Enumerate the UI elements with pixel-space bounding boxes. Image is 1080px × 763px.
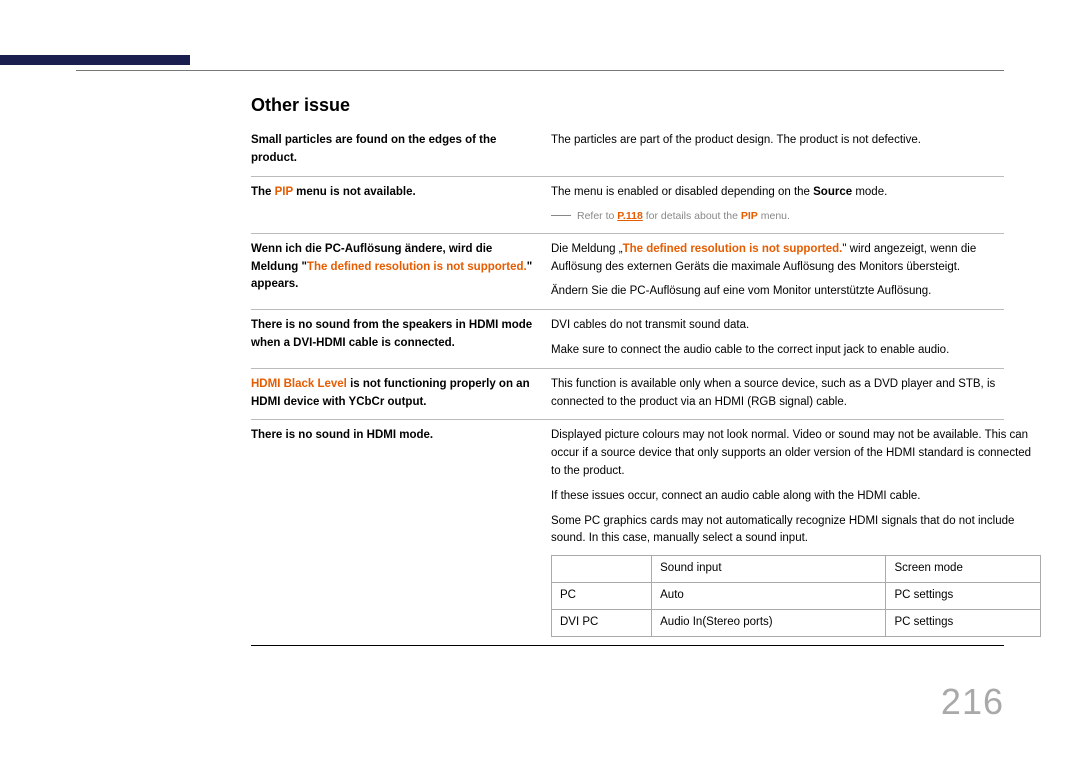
text-fragment: Refer to (577, 210, 617, 222)
text-fragment: The (251, 186, 275, 198)
section-heading: Other issue (251, 95, 350, 116)
note-text: Refer to P.118 for details about the PIP… (577, 208, 790, 224)
issue-row: There is no sound from the speakers in H… (251, 310, 1004, 369)
text-fragment: Die Meldung „ (551, 243, 623, 255)
answer-line: DVI cables do not transmit sound data. (551, 317, 1004, 335)
answer-line: If these issues occur, connect an audio … (551, 488, 1041, 506)
table-cell: PC (552, 583, 652, 610)
table-cell (552, 556, 652, 583)
issue-row: HDMI Black Level is not functioning prop… (251, 369, 1004, 421)
issue-answer: This function is available only when a s… (551, 376, 1004, 412)
text-fragment: mode. (852, 186, 887, 198)
highlight-message: The defined resolution is not supported. (623, 243, 843, 255)
issue-question: There is no sound from the speakers in H… (251, 317, 551, 360)
highlight-hdmi-black-level: HDMI Black Level (251, 378, 347, 390)
highlight-pip: PIP (741, 210, 758, 222)
answer-line: Displayed picture colours may not look n… (551, 427, 1041, 480)
highlight-message: The defined resolution is not supported. (307, 261, 527, 273)
note-line: Refer to P.118 for details about the PIP… (551, 208, 1004, 224)
chapter-accent-bar (0, 55, 190, 65)
issue-answer: DVI cables do not transmit sound data. M… (551, 317, 1004, 360)
issue-question: Small particles are found on the edges o… (251, 132, 551, 168)
issue-question: There is no sound in HDMI mode. (251, 427, 551, 636)
answer-line: Ändern Sie die PC-Auflösung auf eine vom… (551, 283, 1004, 301)
issue-question: HDMI Black Level is not functioning prop… (251, 376, 551, 412)
issue-question: Wenn ich die PC-Auflösung ändere, wird d… (251, 241, 551, 301)
sound-input-table: Sound input Screen mode PC Auto PC setti… (551, 555, 1041, 636)
answer-line: Make sure to connect the audio cable to … (551, 342, 1004, 360)
issue-row: Small particles are found on the edges o… (251, 125, 1004, 177)
table-row: PC Auto PC settings (552, 583, 1041, 610)
table-cell: DVI PC (552, 609, 652, 636)
table-row: Sound input Screen mode (552, 556, 1041, 583)
page-ref-link[interactable]: P.118 (617, 210, 643, 222)
text-fragment: The menu is enabled or disabled dependin… (551, 186, 813, 198)
table-cell: Auto (652, 583, 886, 610)
issue-table: Small particles are found on the edges o… (251, 125, 1004, 646)
answer-line: Die Meldung „The defined resolution is n… (551, 241, 1004, 277)
table-row: DVI PC Audio In(Stereo ports) PC setting… (552, 609, 1041, 636)
issue-question: The PIP menu is not available. (251, 184, 551, 225)
issue-answer: Displayed picture colours may not look n… (551, 427, 1041, 636)
text-fragment: menu is not available. (293, 186, 416, 198)
table-cell: PC settings (886, 583, 1041, 610)
text-fragment: menu. (758, 210, 790, 222)
issue-answer: The menu is enabled or disabled dependin… (551, 184, 1004, 225)
table-cell: Screen mode (886, 556, 1041, 583)
answer-line: Some PC graphics cards may not automatic… (551, 513, 1041, 549)
highlight-pip: PIP (275, 186, 293, 198)
issue-answer: The particles are part of the product de… (551, 132, 1004, 168)
page: Other issue Small particles are found on… (0, 0, 1080, 763)
table-cell: Audio In(Stereo ports) (652, 609, 886, 636)
top-horizontal-rule (76, 70, 1004, 71)
issue-row: There is no sound in HDMI mode. Displaye… (251, 420, 1004, 645)
issue-row: Wenn ich die PC-Auflösung ändere, wird d… (251, 234, 1004, 310)
text-fragment: for details about the (643, 210, 741, 222)
table-cell: PC settings (886, 609, 1041, 636)
page-number: 216 (941, 681, 1004, 723)
dash-icon (551, 215, 571, 216)
answer-line: The menu is enabled or disabled dependin… (551, 184, 1004, 202)
emph-source: Source (813, 186, 852, 198)
issue-row: The PIP menu is not available. The menu … (251, 177, 1004, 234)
issue-answer: Die Meldung „The defined resolution is n… (551, 241, 1004, 301)
table-cell: Sound input (652, 556, 886, 583)
